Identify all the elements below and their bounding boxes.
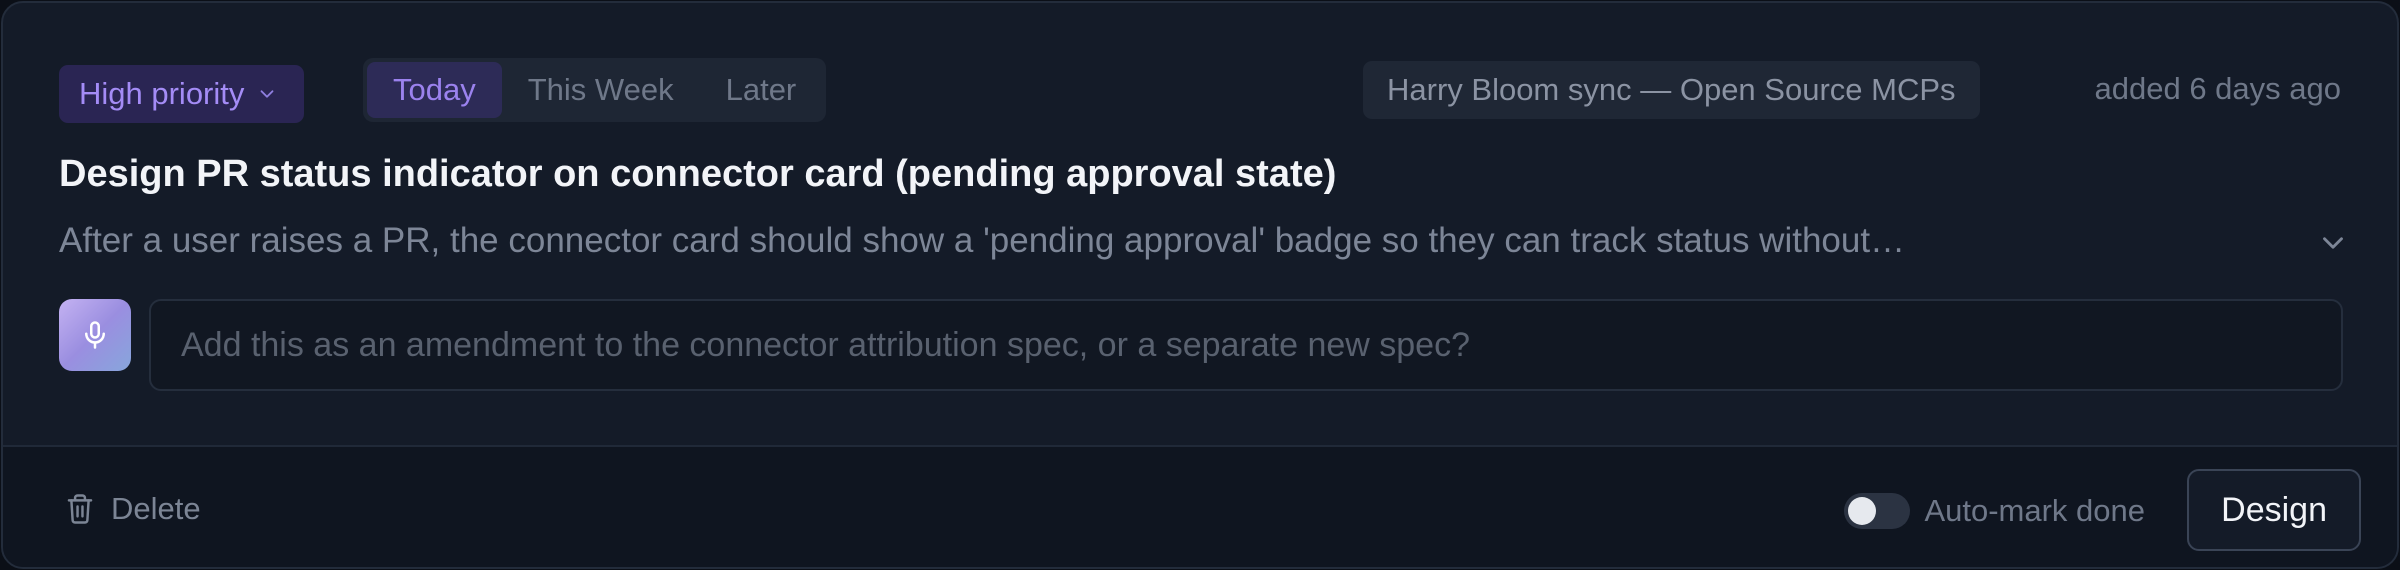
- expand-description-button[interactable]: [2309, 223, 2357, 263]
- source-tag[interactable]: Harry Bloom sync — Open Source MCPs: [1363, 61, 1980, 119]
- microphone-button[interactable]: [59, 299, 131, 371]
- task-title: Design PR status indicator on connector …: [59, 153, 1337, 195]
- trash-icon: [65, 493, 95, 525]
- timeframe-this-week[interactable]: This Week: [502, 62, 700, 118]
- timeframe-later[interactable]: Later: [700, 62, 823, 118]
- chevron-down-icon: [2316, 226, 2350, 260]
- note-input[interactable]: [149, 299, 2343, 391]
- priority-dropdown[interactable]: High priority: [59, 65, 305, 123]
- microphone-icon: [80, 320, 110, 350]
- task-card: High priority Today This Week Later Harr…: [1, 1, 2399, 569]
- priority-label: High priority: [79, 76, 245, 111]
- auto-mark-done-toggle[interactable]: [1844, 493, 1911, 529]
- auto-mark-done-label: Auto-mark done: [1924, 493, 2145, 528]
- toggle-knob: [1848, 497, 1877, 525]
- added-timestamp: added 6 days ago: [2094, 71, 2342, 106]
- timeframe-today[interactable]: Today: [367, 62, 502, 118]
- delete-button[interactable]: Delete: [65, 487, 201, 531]
- design-button[interactable]: Design: [2187, 469, 2361, 551]
- auto-mark-done-control: Auto-mark done: [1844, 489, 2145, 533]
- chevron-down-icon: [256, 83, 278, 105]
- card-footer: Delete Auto-mark done Design: [3, 445, 2397, 567]
- timeframe-segmented-control: Today This Week Later: [363, 58, 827, 122]
- task-description: After a user raises a PR, the connector …: [59, 221, 1906, 260]
- delete-label: Delete: [111, 491, 201, 526]
